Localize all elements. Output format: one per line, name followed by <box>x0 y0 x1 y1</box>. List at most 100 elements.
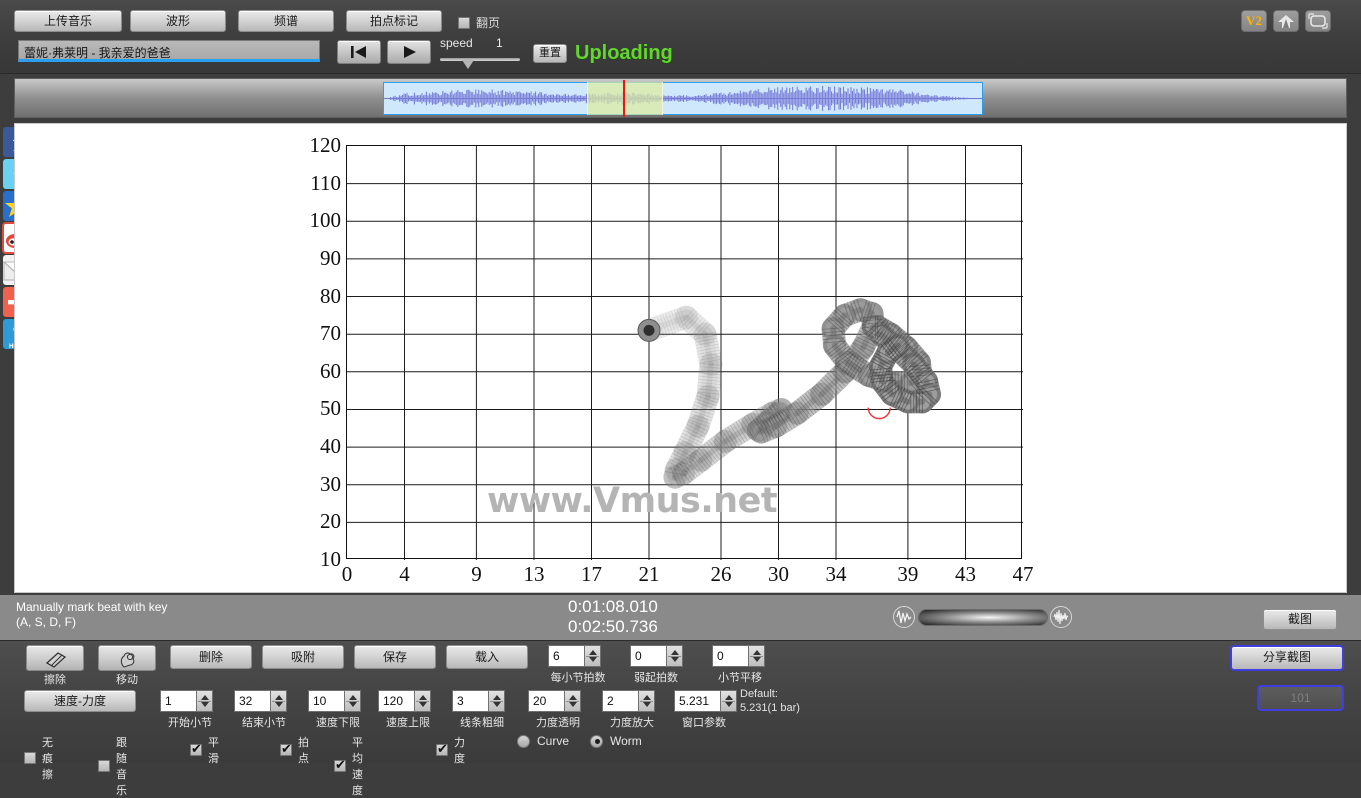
tempo-max-label: 速度上限 <box>386 714 430 730</box>
line-thickness-label: 线条粗细 <box>460 714 504 730</box>
track-name-input[interactable]: 蕾妮·弗莱明 - 我亲爱的爸爸 <box>18 40 320 62</box>
dynamics-checkbox[interactable] <box>436 744 448 756</box>
start-bar-value[interactable]: 1 <box>160 690 196 712</box>
spectrum-button[interactable]: 频谱 <box>238 10 334 32</box>
start-bar-spinner[interactable]: 1 <box>160 690 213 712</box>
window-param-stepper[interactable] <box>720 690 737 712</box>
render-worm-radio-wrap[interactable]: Worm <box>590 734 642 748</box>
load-button[interactable]: 载入 <box>446 645 528 669</box>
follow-music-checkbox-wrap[interactable]: 跟随音乐 <box>98 734 127 798</box>
speed-slider-group[interactable]: speed 1 <box>440 36 526 68</box>
beats-per-bar-stepper[interactable] <box>584 645 601 667</box>
plot-gridlines <box>347 146 1023 560</box>
rewind-to-start-button[interactable] <box>337 40 381 64</box>
waveform-clip[interactable] <box>383 82 983 115</box>
pickup-beats-value[interactable]: 0 <box>630 645 666 667</box>
share-screenshot-button[interactable]: 分享截图 <box>1231 646 1343 670</box>
dynamics-opacity-stepper[interactable] <box>564 690 581 712</box>
tempo-max-value[interactable]: 120 <box>378 690 414 712</box>
dynamics-scale-stepper[interactable] <box>638 690 655 712</box>
speed-slider-track[interactable] <box>440 58 520 61</box>
time-current: 0:01:08.010 <box>568 597 658 617</box>
render-curve-radio[interactable] <box>517 735 530 748</box>
move-tool-button[interactable] <box>98 645 156 671</box>
smooth-checkbox-wrap[interactable]: 平滑 <box>190 734 219 766</box>
page-turn-checkbox[interactable] <box>458 17 470 29</box>
bar-offset-spinner[interactable]: 0 <box>712 645 765 667</box>
waveform-selection-region[interactable] <box>587 82 663 115</box>
x-axis-tick: 34 <box>826 562 847 587</box>
end-bar-value[interactable]: 32 <box>234 690 270 712</box>
bar-offset-value[interactable]: 0 <box>712 645 748 667</box>
average-tempo-label: 平均速度 <box>352 734 363 798</box>
bar-offset-label: 小节平移 <box>718 669 762 685</box>
home-glyph <box>1274 11 1298 31</box>
screenshot-button[interactable]: 截图 <box>1263 609 1337 630</box>
home-icon[interactable] <box>1273 10 1299 32</box>
speed-slider-thumb[interactable] <box>462 60 474 69</box>
waveform-playhead[interactable] <box>623 80 625 117</box>
volume-high-icon[interactable] <box>1050 606 1072 628</box>
no-trace-erase-checkbox-wrap[interactable]: 无痕擦 <box>24 734 53 782</box>
v2-badge-icon[interactable]: V2 <box>1241 10 1267 32</box>
no-trace-erase-checkbox[interactable] <box>24 752 36 764</box>
dynamics-scale-value[interactable]: 2 <box>602 690 638 712</box>
beat-marker-button[interactable]: 拍点标记 <box>346 10 442 32</box>
window-param-spinner[interactable]: 5.231 <box>674 690 737 712</box>
beats-per-bar-spinner[interactable]: 6 <box>548 645 601 667</box>
window-param-value[interactable]: 5.231 <box>674 690 720 712</box>
beats-per-bar-value[interactable]: 6 <box>548 645 584 667</box>
average-tempo-checkbox-wrap[interactable]: 平均速度 <box>334 734 363 798</box>
small-waveform-glyph <box>894 607 914 627</box>
smooth-checkbox[interactable] <box>190 744 202 756</box>
volume-slider[interactable] <box>918 609 1048 626</box>
bar-offset-stepper[interactable] <box>748 645 765 667</box>
tempo-dynamics-button[interactable]: 速度-力度 <box>24 690 136 712</box>
dynamics-checkbox-wrap[interactable]: 力度 <box>436 734 465 766</box>
play-button[interactable] <box>387 40 431 64</box>
render-worm-radio[interactable] <box>590 735 603 748</box>
x-axis-tick: 17 <box>581 562 602 587</box>
average-tempo-checkbox[interactable] <box>334 760 346 772</box>
tempo-max-stepper[interactable] <box>414 690 431 712</box>
line-thickness-stepper[interactable] <box>488 690 505 712</box>
render-curve-radio-wrap[interactable]: Curve <box>517 734 569 748</box>
tempo-min-spinner[interactable]: 10 <box>308 690 361 712</box>
y-axis-tick: 50 <box>320 396 341 421</box>
waveform-button[interactable]: 波形 <box>130 10 226 32</box>
volume-control-group[interactable] <box>893 606 1073 630</box>
end-bar-stepper[interactable] <box>270 690 287 712</box>
delete-button[interactable]: 删除 <box>170 645 252 669</box>
end-bar-spinner[interactable]: 32 <box>234 690 287 712</box>
follow-music-checkbox[interactable] <box>98 760 110 772</box>
dynamics-opacity-value[interactable]: 20 <box>528 690 564 712</box>
y-axis-tick: 90 <box>320 246 341 271</box>
fullscreen-glyph <box>1306 11 1330 31</box>
tempo-dynamics-plot[interactable]: 1020304050607080901001101200491317212630… <box>346 145 1022 559</box>
keyboard-hint: Manually mark beat with key (A, S, D, F) <box>16 600 167 630</box>
pickup-beats-spinner[interactable]: 0 <box>630 645 683 667</box>
fullscreen-icon[interactable] <box>1305 10 1331 32</box>
play-icon <box>399 45 419 59</box>
dynamics-opacity-spinner[interactable]: 20 <box>528 690 581 712</box>
pickup-beats-stepper[interactable] <box>666 645 683 667</box>
waveform-overview-strip[interactable] <box>14 78 1347 118</box>
reset-button[interactable]: 重置 <box>533 44 567 63</box>
smooth-label: 平滑 <box>208 734 219 766</box>
tempo-min-stepper[interactable] <box>344 690 361 712</box>
beat-points-checkbox-wrap[interactable]: 拍点 <box>280 734 309 766</box>
line-thickness-spinner[interactable]: 3 <box>452 690 505 712</box>
tempo-max-spinner[interactable]: 120 <box>378 690 431 712</box>
tempo-min-value[interactable]: 10 <box>308 690 344 712</box>
snap-button[interactable]: 吸附 <box>262 645 344 669</box>
erase-tool-button[interactable] <box>26 645 84 671</box>
dynamics-scale-spinner[interactable]: 2 <box>602 690 655 712</box>
save-button[interactable]: 保存 <box>354 645 436 669</box>
beat-points-checkbox[interactable] <box>280 744 292 756</box>
upload-music-button[interactable]: 上传音乐 <box>14 10 122 32</box>
line-thickness-value[interactable]: 3 <box>452 690 488 712</box>
volume-low-icon[interactable] <box>893 606 915 628</box>
page-turn-checkbox-wrap[interactable]: 翻页 <box>458 14 500 31</box>
x-axis-tick: 13 <box>523 562 544 587</box>
start-bar-stepper[interactable] <box>196 690 213 712</box>
